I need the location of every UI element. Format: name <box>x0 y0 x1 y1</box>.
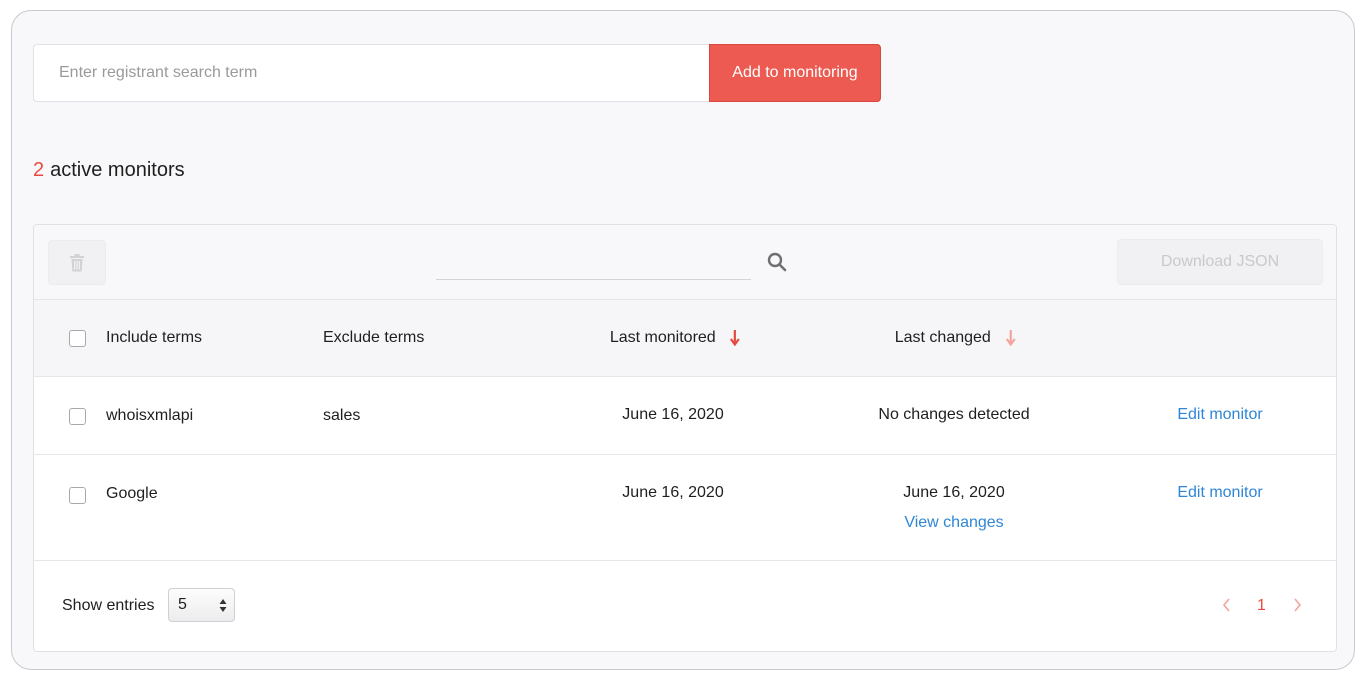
add-to-monitoring-button[interactable]: Add to monitoring <box>709 44 881 102</box>
search-icon[interactable] <box>767 252 787 272</box>
registrant-search-input[interactable] <box>33 44 709 102</box>
edit-monitor-link[interactable]: Edit monitor <box>1177 484 1262 502</box>
chevron-right-icon[interactable] <box>1291 595 1305 615</box>
pagination-current-page[interactable]: 1 <box>1257 597 1266 615</box>
cell-include-terms: whoisxmlapi <box>106 407 194 424</box>
table-footer: Show entries 5 1 <box>34 561 1336 651</box>
cell-last-monitored: June 16, 2020 <box>622 406 724 423</box>
select-arrows-icon <box>219 599 227 612</box>
edit-monitor-link[interactable]: Edit monitor <box>1177 406 1262 424</box>
header-last-changed[interactable]: Last changed <box>895 329 1016 347</box>
app-frame: Add to monitoring 2active monitors <box>11 10 1355 670</box>
arrow-down-icon[interactable] <box>730 329 741 347</box>
chevron-left-icon[interactable] <box>1219 595 1233 615</box>
row-checkbox[interactable] <box>69 408 86 425</box>
delete-selected-button[interactable] <box>48 240 106 285</box>
show-entries-label: Show entries <box>62 597 155 614</box>
row-checkbox[interactable] <box>69 487 86 504</box>
cell-include-terms: Google <box>106 485 158 502</box>
monitor-count: 2 <box>33 159 45 181</box>
header-last-changed-label: Last changed <box>894 329 991 346</box>
arrow-down-icon[interactable] <box>1005 329 1016 347</box>
cell-exclude-terms: sales <box>323 407 361 424</box>
active-monitors-heading: 2 active monitors <box>33 159 185 182</box>
cell-last-changed: June 16, 2020 <box>903 484 1005 501</box>
cell-last-monitored: June 16, 2020 <box>622 484 724 501</box>
header-include-terms: Include terms <box>106 329 203 346</box>
select-all-checkbox[interactable] <box>69 330 86 347</box>
monitor-count-label: active monitors <box>50 159 185 181</box>
view-changes-link[interactable]: View changes <box>904 514 1003 532</box>
monitors-table-panel: Download JSON Include terms Exclude term… <box>33 224 1337 652</box>
cell-last-changed: No changes detected <box>878 406 1030 423</box>
header-last-monitored[interactable]: Last monitored <box>609 329 741 347</box>
table-header-row: Include terms Exclude terms Last monitor… <box>34 300 1336 377</box>
trash-icon <box>70 253 84 271</box>
table-row: whoisxmlapi sales June 16, 2020 No chang… <box>34 377 1336 455</box>
table-search-input[interactable] <box>436 245 751 280</box>
entries-per-page-select[interactable]: 5 <box>168 588 235 622</box>
add-monitor-bar: Add to monitoring <box>33 44 881 102</box>
header-last-monitored-label: Last monitored <box>609 329 716 346</box>
table-toolbar: Download JSON <box>34 225 1336 300</box>
table-row: Google June 16, 2020 June 16, 2020 View … <box>34 455 1336 561</box>
download-json-button[interactable]: Download JSON <box>1117 239 1323 285</box>
header-exclude-terms: Exclude terms <box>323 329 425 346</box>
entries-per-page-value: 5 <box>178 596 187 613</box>
